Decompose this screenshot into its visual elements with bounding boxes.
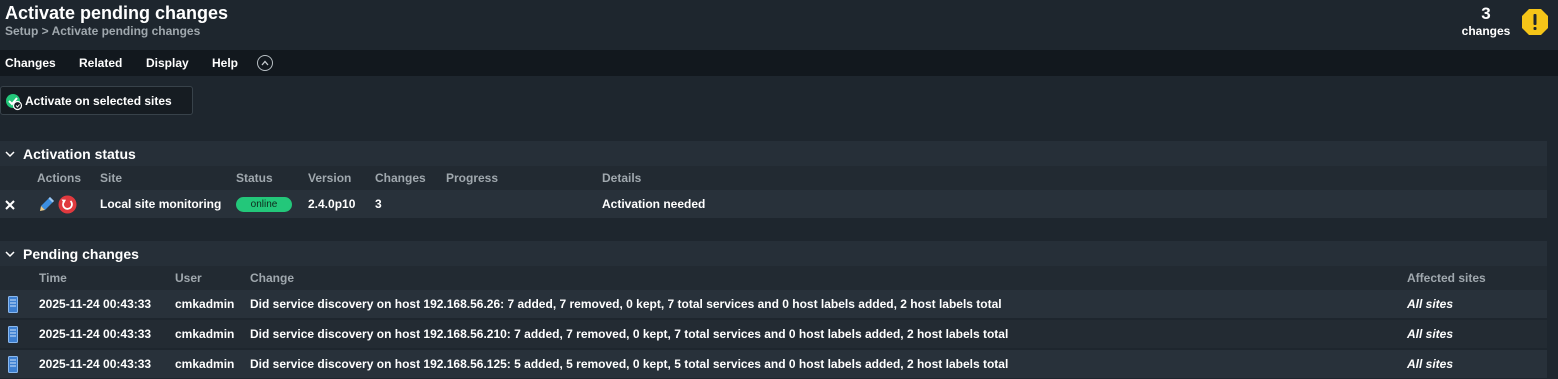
menu-changes[interactable]: Changes xyxy=(5,56,56,70)
site-details: Activation needed xyxy=(602,197,706,211)
restart-icon[interactable] xyxy=(58,195,77,214)
site-changes: 3 xyxy=(375,197,382,211)
menu-display[interactable]: Display xyxy=(146,56,189,70)
activation-status-column-headers: Actions Site Status Version Changes Prog… xyxy=(0,166,1547,190)
menu-help[interactable]: Help xyxy=(212,56,238,70)
chevron-down-icon xyxy=(5,151,15,158)
activate-button-label: Activate on selected sites xyxy=(25,94,172,108)
menu-bar: Changes Related Display Help xyxy=(0,50,1558,76)
pending-changes-column-headers: Time User Change Affected sites xyxy=(0,266,1547,290)
table-row: 2025-11-24 00:43:33 cmkadmin Did service… xyxy=(0,290,1547,318)
site-version: 2.4.0p10 xyxy=(308,197,356,211)
table-row: 2025-11-24 00:43:33 cmkadmin Did service… xyxy=(0,320,1547,348)
change-affected-sites: All sites xyxy=(1407,297,1454,311)
activate-check-icon xyxy=(6,94,23,111)
change-time: 2025-11-24 00:43:33 xyxy=(39,327,152,341)
col-status: Status xyxy=(236,171,273,185)
changes-count: 3 xyxy=(1481,4,1491,23)
col-change: Change xyxy=(250,271,295,285)
menu-related[interactable]: Related xyxy=(79,56,122,70)
changes-label: changes xyxy=(1461,24,1511,38)
page-header: Activate pending changes Setup > Activat… xyxy=(0,0,1558,50)
col-progress: Progress xyxy=(446,171,499,185)
change-user: cmkadmin xyxy=(175,297,235,311)
pencil-icon[interactable] xyxy=(39,196,55,212)
pending-changes-counter[interactable]: 3 changes xyxy=(1455,5,1517,39)
col-version: Version xyxy=(308,171,352,185)
change-time: 2025-11-24 00:43:33 xyxy=(39,357,152,371)
warning-icon[interactable] xyxy=(1521,8,1549,36)
site-row: Local site monitoring online 2.4.0p10 3 … xyxy=(0,190,1547,218)
col-affected-sites: Affected sites xyxy=(1407,271,1486,285)
change-time: 2025-11-24 00:43:33 xyxy=(39,297,152,311)
activation-status-section-header[interactable]: Activation status xyxy=(0,141,1547,167)
col-details: Details xyxy=(602,171,642,185)
change-user: cmkadmin xyxy=(175,357,235,371)
page-title: Activate pending changes xyxy=(5,3,229,23)
col-changes: Changes xyxy=(375,171,426,185)
pending-changes-section-header[interactable]: Pending changes xyxy=(0,241,1547,267)
host-server-icon xyxy=(8,326,18,343)
col-user: User xyxy=(175,271,202,285)
site-name: Local site monitoring xyxy=(100,197,222,211)
breadcrumb[interactable]: Setup > Activate pending changes xyxy=(5,24,200,38)
change-text: Did service discovery on host 192.168.56… xyxy=(250,357,1009,371)
host-server-icon xyxy=(8,296,18,313)
chevron-up-icon[interactable] xyxy=(257,55,273,71)
host-server-icon xyxy=(8,356,18,373)
col-site: Site xyxy=(100,171,123,185)
change-user: cmkadmin xyxy=(175,327,235,341)
status-badge: online xyxy=(236,197,292,212)
change-affected-sites: All sites xyxy=(1407,357,1454,371)
change-text: Did service discovery on host 192.168.56… xyxy=(250,327,1009,341)
chevron-down-icon xyxy=(5,251,15,258)
activate-on-selected-sites-button[interactable]: Activate on selected sites xyxy=(0,86,193,115)
change-text: Did service discovery on host 192.168.56… xyxy=(250,297,1002,311)
col-time: Time xyxy=(39,271,67,285)
change-affected-sites: All sites xyxy=(1407,327,1454,341)
col-actions: Actions xyxy=(37,171,82,185)
pending-changes-title: Pending changes xyxy=(23,246,139,262)
table-row: 2025-11-24 00:43:33 cmkadmin Did service… xyxy=(0,350,1547,378)
close-icon[interactable] xyxy=(4,199,16,211)
activation-status-title: Activation status xyxy=(23,146,136,162)
